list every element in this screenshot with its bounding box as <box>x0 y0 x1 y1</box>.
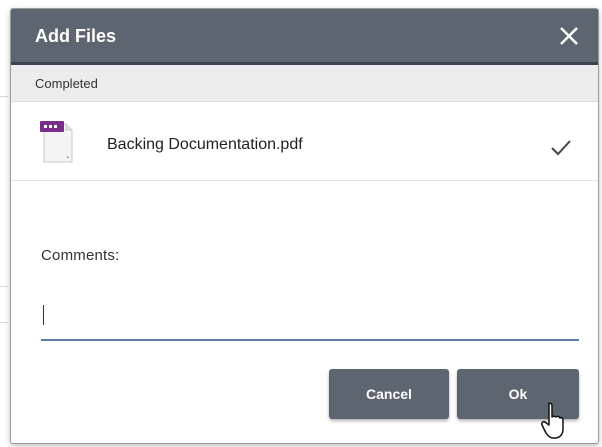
cancel-button[interactable]: Cancel <box>329 369 449 419</box>
dialog-titlebar: Add Files <box>11 9 598 65</box>
comments-input[interactable] <box>41 289 579 341</box>
add-files-dialog: Add Files Completed Backing Documentatio… <box>10 8 599 444</box>
completed-section-header: Completed <box>11 65 598 102</box>
close-button[interactable] <box>556 23 582 49</box>
file-list-item: Backing Documentation.pdf <box>11 102 598 181</box>
section-label: Completed <box>35 76 98 91</box>
pdf-file-icon <box>39 118 75 164</box>
dialog-title: Add Files <box>35 26 117 46</box>
close-icon <box>560 27 578 45</box>
comments-label: Comments: <box>41 247 120 264</box>
background-divider <box>0 286 8 287</box>
checkmark-icon <box>551 140 571 156</box>
ok-button[interactable]: Ok <box>457 369 579 419</box>
background-divider <box>0 322 8 323</box>
background-divider <box>0 96 8 97</box>
text-caret <box>43 305 44 325</box>
file-name: Backing Documentation.pdf <box>107 136 303 153</box>
